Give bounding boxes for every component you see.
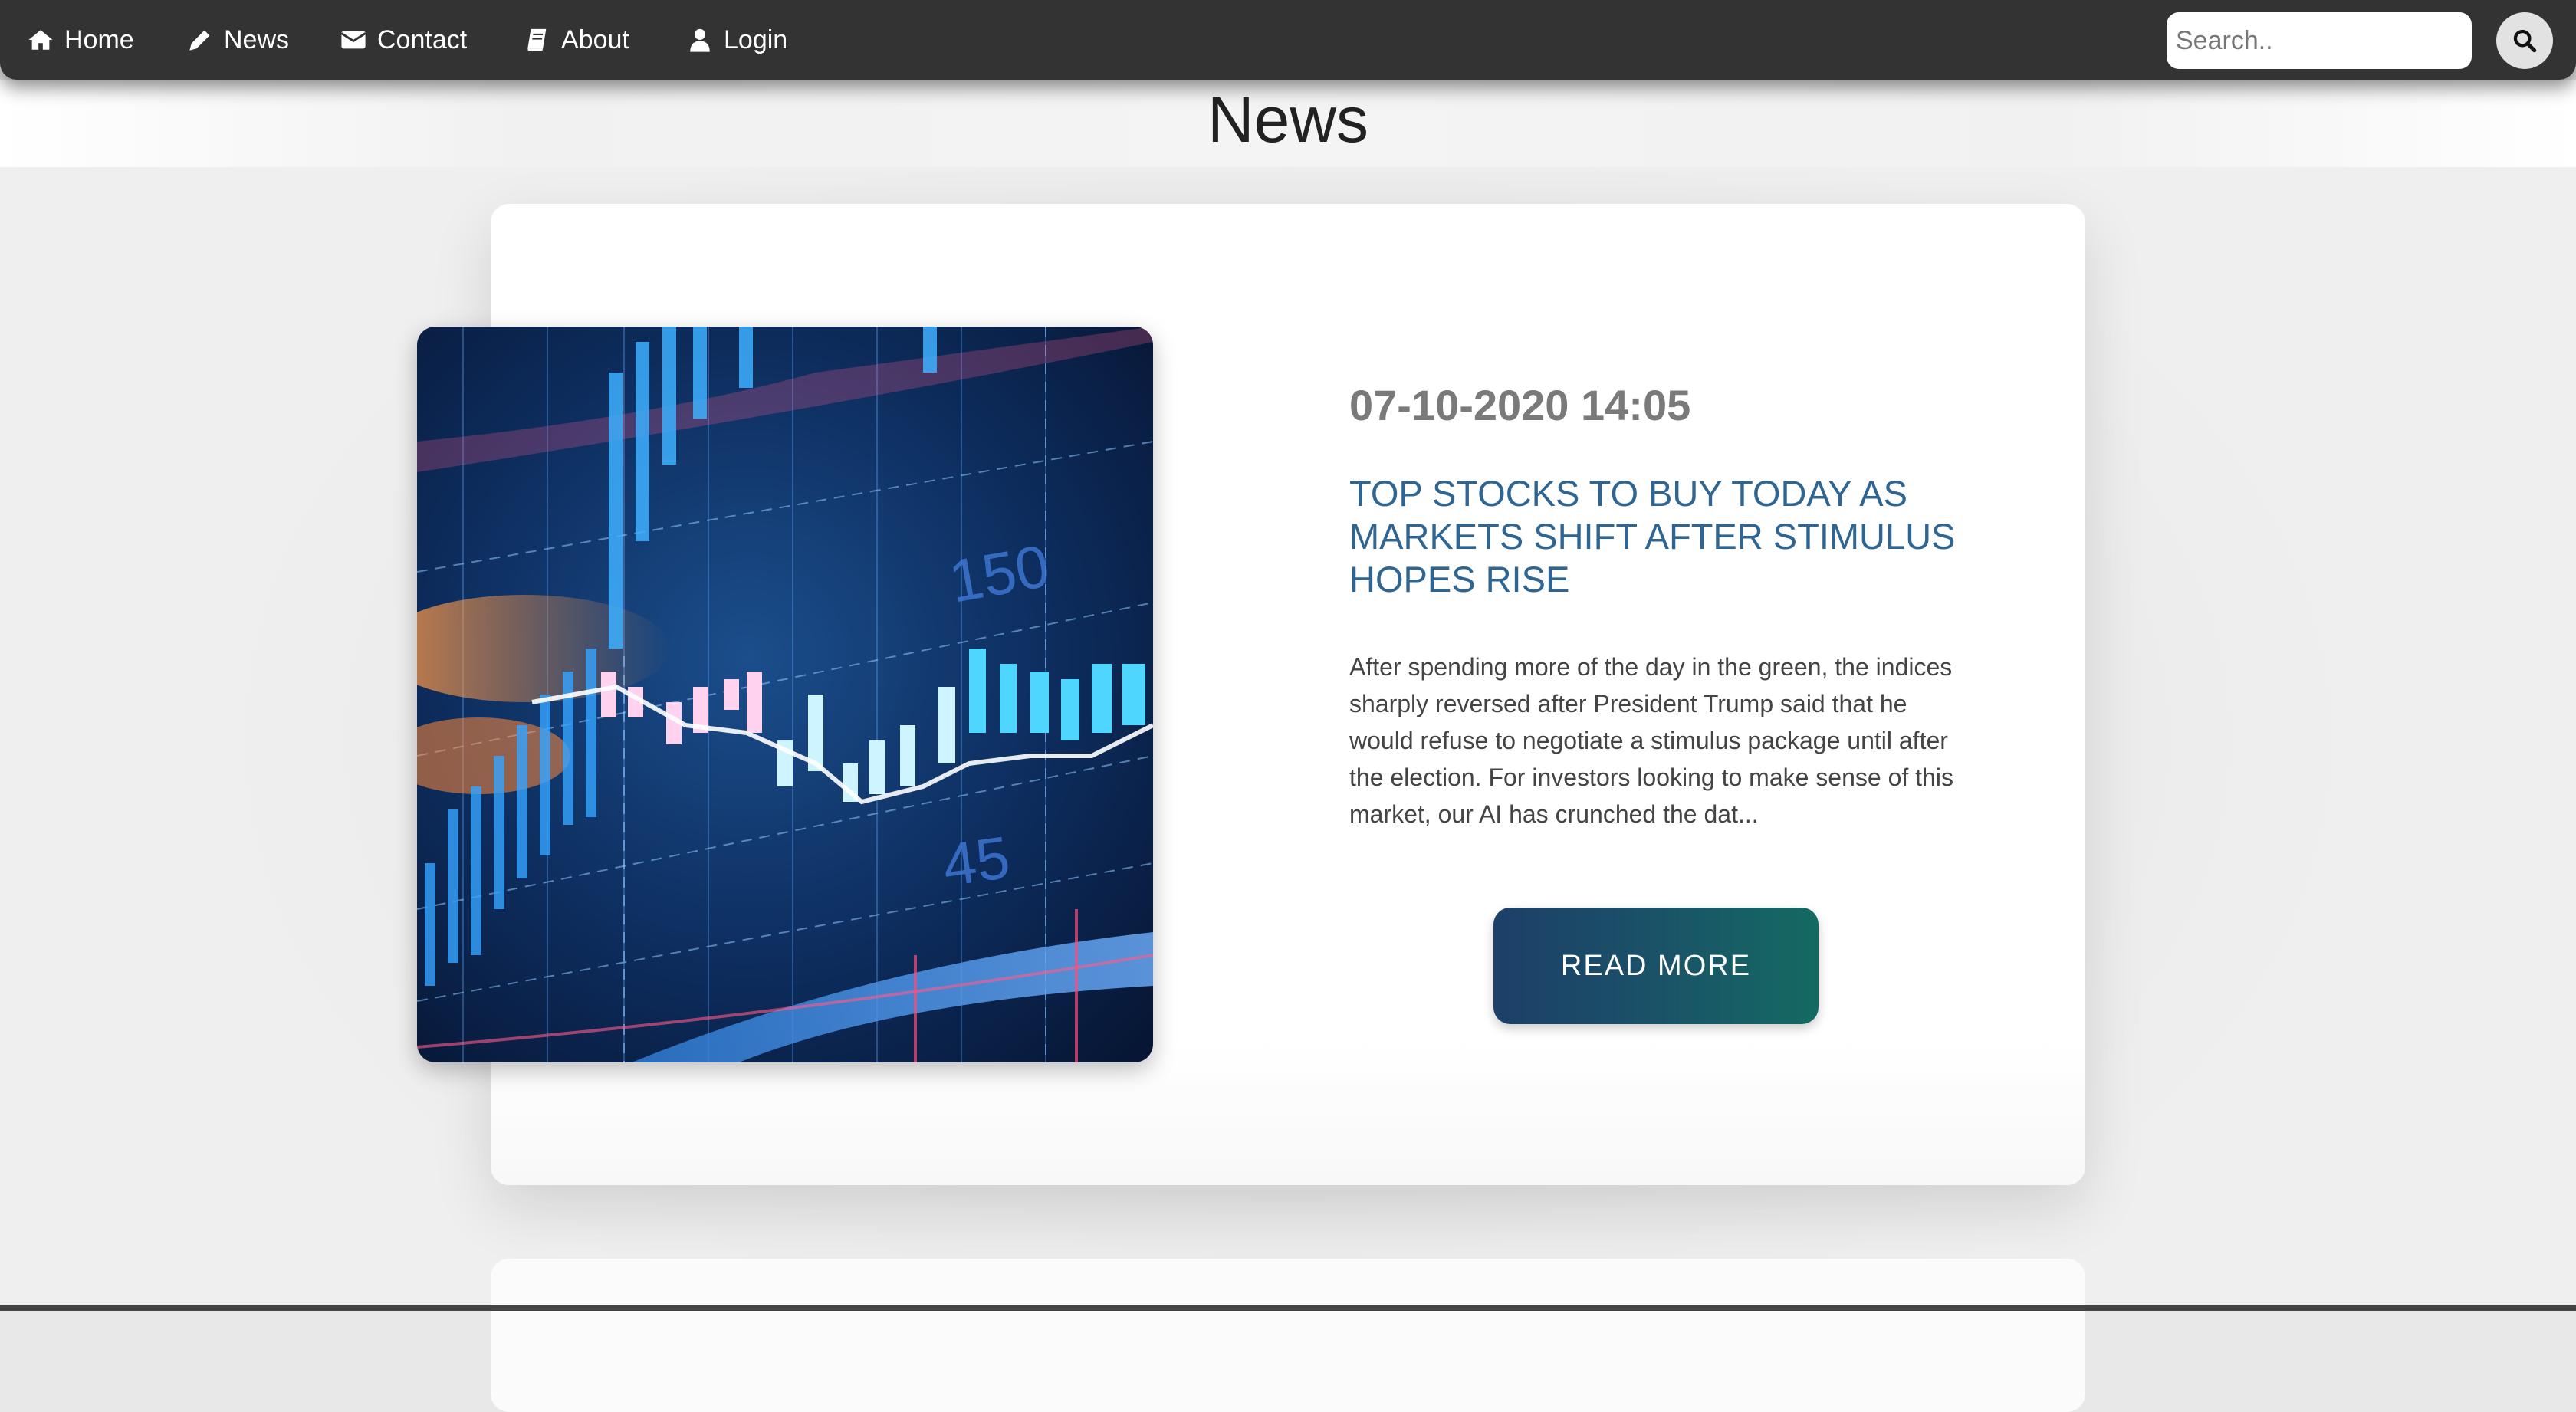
search-icon (2512, 28, 2538, 54)
user-icon (687, 27, 713, 53)
read-more-button[interactable]: READ MORE (1493, 908, 1819, 1024)
nav-item-about[interactable]: About (524, 0, 629, 80)
pencil-icon (187, 27, 213, 53)
top-navbar: Home News Contact About Login (0, 0, 2576, 80)
nav-item-label: Home (64, 25, 134, 54)
book-icon (524, 27, 550, 53)
nav-item-contact[interactable]: Contact (340, 0, 467, 80)
nav-item-news[interactable]: News (187, 0, 289, 80)
article-date: 07-10-2020 14:05 (1349, 381, 1691, 429)
nav-item-home[interactable]: Home (28, 0, 134, 80)
nav-item-label: News (224, 25, 290, 54)
stock-chart-image: 150 45 (417, 327, 1153, 1062)
svg-text:45: 45 (938, 823, 1014, 899)
nav-item-label: Login (724, 25, 788, 54)
article-excerpt: After spending more of the day in the gr… (1349, 653, 1953, 828)
article-headline[interactable]: TOP STOCKS TO BUY TODAY AS MARKETS SHIFT… (1349, 472, 1978, 601)
envelope-icon (340, 27, 366, 53)
news-card (491, 1259, 2085, 1412)
search-button[interactable] (2496, 12, 2553, 69)
window-bottom-edge (0, 1305, 2576, 1311)
search-input[interactable] (2167, 12, 2472, 69)
nav-item-login[interactable]: Login (687, 0, 787, 80)
page-title: News (1207, 84, 1369, 156)
nav-item-label: Contact (377, 25, 468, 54)
nav-item-label: About (561, 25, 629, 54)
home-icon (28, 27, 54, 53)
